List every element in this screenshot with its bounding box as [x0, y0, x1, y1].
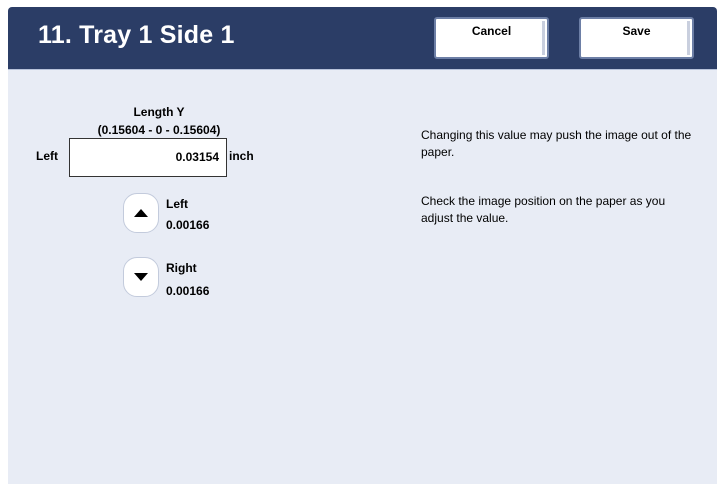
info-text-check: Check the image position on the paper as…	[421, 194, 666, 225]
header-bar: 11. Tray 1 Side 1 Cancel Save	[8, 7, 717, 69]
up-step-value: 0.00166	[166, 218, 210, 232]
triangle-down-icon	[134, 273, 148, 281]
increase-right-button[interactable]	[123, 257, 159, 297]
length-value-field[interactable]: 0.03154	[69, 138, 227, 177]
down-step-label: Right	[166, 261, 197, 275]
down-step-value: 0.00166	[166, 284, 210, 298]
side-label: Left	[36, 149, 58, 163]
save-button[interactable]: Save	[579, 17, 694, 59]
up-step-label: Left	[166, 197, 188, 211]
unit-label: inch	[229, 149, 254, 163]
triangle-up-icon	[134, 209, 148, 217]
length-title: Length Y	[133, 105, 185, 119]
page-title: 11. Tray 1 Side 1	[38, 21, 235, 49]
info-text-warning: Changing this value may push the image o…	[421, 128, 692, 159]
cancel-button[interactable]: Cancel	[434, 17, 549, 59]
increase-left-button[interactable]	[123, 193, 159, 233]
screen-frame: 11. Tray 1 Side 1 Cancel Save Length Y (…	[0, 0, 722, 487]
length-range: (0.15604 - 0 - 0.15604)	[97, 123, 221, 137]
